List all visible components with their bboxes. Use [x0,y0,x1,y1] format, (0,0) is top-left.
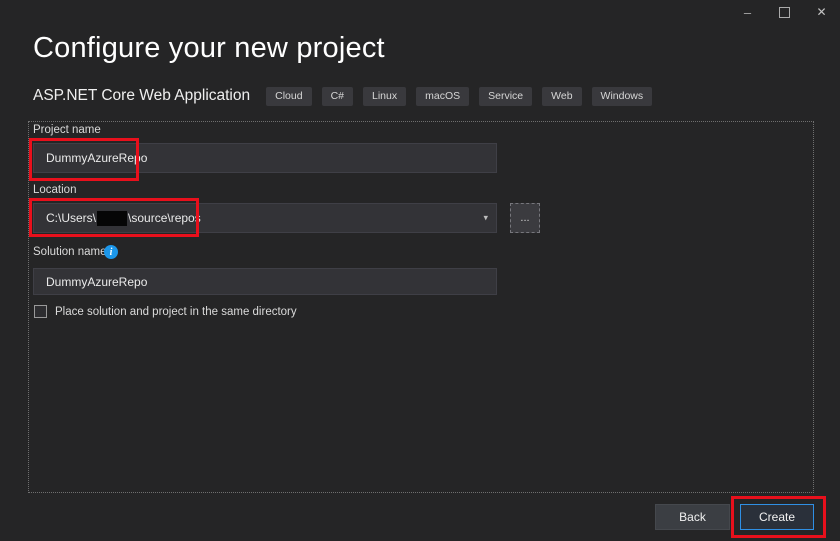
minimize-icon: – [744,5,751,20]
close-button[interactable]: ✕ [803,0,840,24]
maximize-button[interactable] [766,0,803,24]
tag-linux: Linux [363,87,406,106]
back-button[interactable]: Back [655,504,730,530]
redacted-username-box [97,211,127,226]
window-controls: – ✕ [729,0,840,26]
chevron-down-icon: ▾ [483,213,488,224]
tag-windows: Windows [592,87,653,106]
location-path-suffix: \source\repos [128,211,201,225]
maximize-icon [779,7,790,18]
project-name-label: Project name [33,124,101,136]
location-combobox[interactable]: C:\Users\ \source\repos ▾ [33,203,497,233]
tag-service: Service [479,87,532,106]
same-directory-row: Place solution and project in the same d… [34,305,297,318]
same-directory-label: Place solution and project in the same d… [55,306,297,318]
template-tags: Cloud C# Linux macOS Service Web Windows [266,87,652,106]
solution-name-label: Solution name [33,246,107,258]
tag-macos: macOS [416,87,469,106]
project-name-input[interactable] [33,143,497,173]
location-label: Location [33,184,76,196]
tag-cloud: Cloud [266,87,311,106]
location-path-prefix: C:\Users\ [46,211,96,225]
browse-location-button[interactable]: ... [510,203,540,233]
close-icon: ✕ [816,5,826,19]
tag-csharp: C# [322,87,353,106]
info-icon[interactable]: i [104,245,118,259]
template-header: ASP.NET Core Web Application Cloud C# Li… [33,87,652,106]
template-name: ASP.NET Core Web Application [33,87,250,105]
page-title: Configure your new project [33,32,385,65]
solution-name-input[interactable] [33,268,497,295]
minimize-button[interactable]: – [729,0,766,24]
same-directory-checkbox[interactable] [34,305,47,318]
create-button[interactable]: Create [740,504,814,530]
tag-web: Web [542,87,581,106]
titlebar: – ✕ [0,0,840,26]
